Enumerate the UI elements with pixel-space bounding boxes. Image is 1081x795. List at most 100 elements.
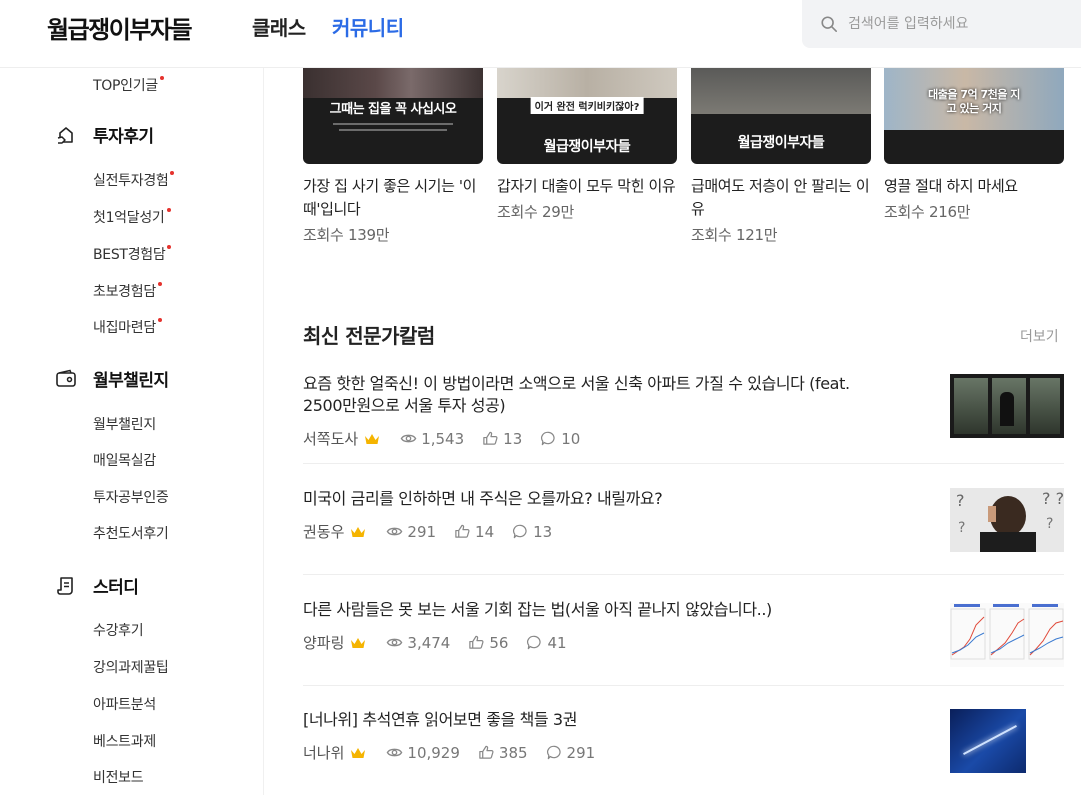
post-thumbnail[interactable] bbox=[950, 709, 1026, 773]
post-title[interactable]: [너나위] 추석연휴 읽어보면 좋을 책들 3권 bbox=[303, 709, 873, 731]
view-count: 291 bbox=[386, 523, 436, 541]
sidebar-item[interactable]: 강의과제꿀팁 bbox=[93, 657, 169, 677]
sidebar-item[interactable]: 내집마련담 bbox=[93, 317, 162, 337]
comment-count[interactable]: 10 bbox=[540, 430, 580, 448]
eye-icon bbox=[387, 638, 403, 647]
comment-count[interactable]: 13 bbox=[512, 523, 552, 541]
search-input[interactable] bbox=[848, 16, 1048, 32]
video-card[interactable]: 이거 완전 럭키비키잖아? 월급쟁이부자들 갑자기 대출이 모두 막힌 이유 조… bbox=[497, 68, 677, 222]
more-link[interactable]: 더보기 bbox=[1020, 326, 1059, 346]
sidebar-item-label: 투자공부인증 bbox=[93, 490, 169, 506]
video-card[interactable]: 월급쟁이부자들 급매여도 저층이 안 팔리는 이유 조회수 121만 bbox=[691, 68, 871, 245]
thumbs-up-icon bbox=[483, 431, 498, 445]
crown-icon bbox=[351, 637, 366, 648]
sidebar-item[interactable]: 추천도서후기 bbox=[93, 523, 169, 543]
sidebar-item[interactable]: 첫1억달성기 bbox=[93, 207, 171, 227]
thumbnail-caption: 월급쟁이부자들 bbox=[543, 139, 631, 155]
svg-text:?: ? bbox=[958, 520, 965, 536]
post-thumbnail[interactable] bbox=[950, 374, 1064, 438]
thumbs-up-icon bbox=[479, 745, 494, 759]
search-box[interactable] bbox=[802, 0, 1081, 48]
post-author[interactable]: 권동우 bbox=[303, 521, 344, 542]
new-dot bbox=[157, 282, 162, 286]
sidebar-item[interactable]: 매일목실감 bbox=[93, 450, 156, 470]
section-title: 최신 전문가칼럼 bbox=[303, 324, 435, 348]
post-author[interactable]: 양파링 bbox=[303, 632, 344, 653]
divider bbox=[303, 574, 1064, 575]
video-title[interactable]: 가장 집 사기 좋은 시기는 '이때'입니다 bbox=[303, 175, 483, 221]
like-count[interactable]: 385 bbox=[478, 744, 528, 762]
sidebar-item[interactable]: BEST경험담 bbox=[93, 244, 172, 264]
sidebar-item[interactable]: 초보경험담 bbox=[93, 281, 162, 301]
svg-text:? ?: ? ? bbox=[1042, 489, 1064, 508]
comment-icon bbox=[527, 635, 542, 650]
column-post[interactable]: 미국이 금리를 인하하면 내 주식은 오를까요? 내릴까요? 권동우 291 1… bbox=[303, 488, 1064, 552]
comment-count[interactable]: 291 bbox=[546, 744, 595, 762]
thumbnail-caption: 그때는 집을 꼭 사십시오 bbox=[329, 102, 457, 117]
comment-count-value: 41 bbox=[547, 633, 567, 652]
like-count-value: 56 bbox=[489, 633, 509, 652]
question-marks-image: ? ? ? ? ? bbox=[956, 489, 1064, 552]
sidebar-item[interactable]: 투자공부인증 bbox=[93, 487, 169, 507]
column-post[interactable]: 다른 사람들은 못 보는 서울 기회 잡는 법(서울 아직 끝나지 않았습니다.… bbox=[303, 599, 1064, 667]
like-count[interactable]: 56 bbox=[468, 634, 508, 652]
sidebar-item-label: 추천도서후기 bbox=[93, 526, 169, 542]
sidebar-item-label: 수강후기 bbox=[93, 623, 144, 639]
site-logo[interactable]: 월급쟁이부자들 bbox=[47, 10, 193, 45]
video-views: 조회수 121만 bbox=[691, 226, 778, 244]
sidebar-item-label: 초보경험담 bbox=[93, 284, 156, 300]
sidebar-item-label: 비전보드 bbox=[93, 770, 144, 786]
nav-class[interactable]: 클래스 bbox=[252, 12, 306, 41]
sidebar-item-label: 베스트과제 bbox=[93, 734, 156, 750]
sidebar-section-title: 월부챌린지 bbox=[93, 371, 169, 391]
video-thumbnail[interactable]: 이거 완전 럭키비키잖아? 월급쟁이부자들 bbox=[497, 68, 677, 164]
post-thumbnail[interactable]: ? ? ? ? ? bbox=[950, 488, 1064, 552]
sidebar-section-study[interactable]: 스터디 bbox=[55, 573, 139, 598]
new-dot bbox=[166, 208, 171, 212]
sidebar-section-challenge[interactable]: 월부챌린지 bbox=[55, 366, 169, 391]
thumbnail-caption: 월급쟁이부자들 bbox=[737, 135, 825, 151]
new-dot bbox=[167, 245, 172, 249]
post-author[interactable]: 서쪽도사 bbox=[303, 428, 358, 449]
sidebar-item[interactable]: 베스트과제 bbox=[93, 731, 156, 751]
new-dot bbox=[159, 76, 164, 80]
sidebar-item[interactable]: 비전보드 bbox=[93, 767, 144, 787]
sidebar-item-label: TOP인기글 bbox=[93, 78, 158, 94]
video-title[interactable]: 영끌 절대 하지 마세요 bbox=[884, 175, 1064, 198]
post-title[interactable]: 요즘 핫한 얼죽신! 이 방법이라면 소액으로 서울 신축 아파트 가질 수 있… bbox=[303, 373, 873, 417]
video-thumbnail[interactable]: 그때는 집을 꼭 사십시오 bbox=[303, 68, 483, 164]
column-post[interactable]: [너나위] 추석연휴 읽어보면 좋을 책들 3권 너나위 10,929 385 … bbox=[303, 709, 1064, 773]
sidebar-item-label: 실전투자경험 bbox=[93, 173, 169, 189]
post-author[interactable]: 너나위 bbox=[303, 742, 344, 763]
like-count-value: 14 bbox=[475, 522, 495, 541]
sidebar-item[interactable]: 실전투자경험 bbox=[93, 170, 175, 190]
sidebar-section-review[interactable]: 투자후기 bbox=[55, 122, 154, 147]
video-card[interactable]: 대출을 7억 7천을 지고 있는 거지 영끌 절대 하지 마세요 조회수 216… bbox=[884, 68, 1064, 222]
comment-count[interactable]: 41 bbox=[526, 633, 567, 652]
post-title[interactable]: 미국이 금리를 인하하면 내 주식은 오를까요? 내릴까요? bbox=[303, 488, 873, 510]
video-views: 조회수 216만 bbox=[884, 203, 971, 221]
sidebar-item-label: 월부챌린지 bbox=[93, 417, 156, 433]
video-card[interactable]: 그때는 집을 꼭 사십시오 가장 집 사기 좋은 시기는 '이때'입니다 조회수… bbox=[303, 68, 483, 245]
video-thumbnail[interactable]: 대출을 7억 7천을 지고 있는 거지 bbox=[884, 68, 1064, 164]
sidebar-item[interactable]: 아파트분석 bbox=[93, 694, 156, 714]
like-count[interactable]: 14 bbox=[454, 523, 494, 541]
video-thumbnail[interactable]: 월급쟁이부자들 bbox=[691, 68, 871, 164]
video-title[interactable]: 갑자기 대출이 모두 막힌 이유 bbox=[497, 175, 677, 198]
sidebar-item-label: BEST경험담 bbox=[93, 247, 166, 263]
thumbs-up-icon bbox=[469, 635, 484, 649]
top-header: 월급쟁이부자들 클래스 커뮤니티 bbox=[0, 0, 1081, 68]
sidebar-item[interactable]: 수강후기 bbox=[93, 620, 144, 640]
thumbnail-caption-box: 이거 완전 럭키비키잖아? bbox=[530, 97, 644, 114]
sidebar-item[interactable]: 월부챌린지 bbox=[93, 414, 156, 434]
thumbnail-photo bbox=[303, 68, 483, 98]
video-title[interactable]: 급매여도 저층이 안 팔리는 이유 bbox=[691, 175, 871, 221]
line-charts-image bbox=[950, 604, 1064, 660]
like-count[interactable]: 13 bbox=[482, 430, 522, 448]
sidebar-item-top[interactable]: TOP인기글 bbox=[93, 75, 164, 95]
post-thumbnail[interactable] bbox=[950, 603, 1064, 667]
nav-community[interactable]: 커뮤니티 bbox=[332, 12, 404, 41]
column-post[interactable]: 요즘 핫한 얼죽신! 이 방법이라면 소액으로 서울 신축 아파트 가질 수 있… bbox=[303, 373, 1064, 449]
post-title[interactable]: 다른 사람들은 못 보는 서울 기회 잡는 법(서울 아직 끝나지 않았습니다.… bbox=[303, 599, 873, 621]
video-views: 조회수 139만 bbox=[303, 226, 390, 244]
